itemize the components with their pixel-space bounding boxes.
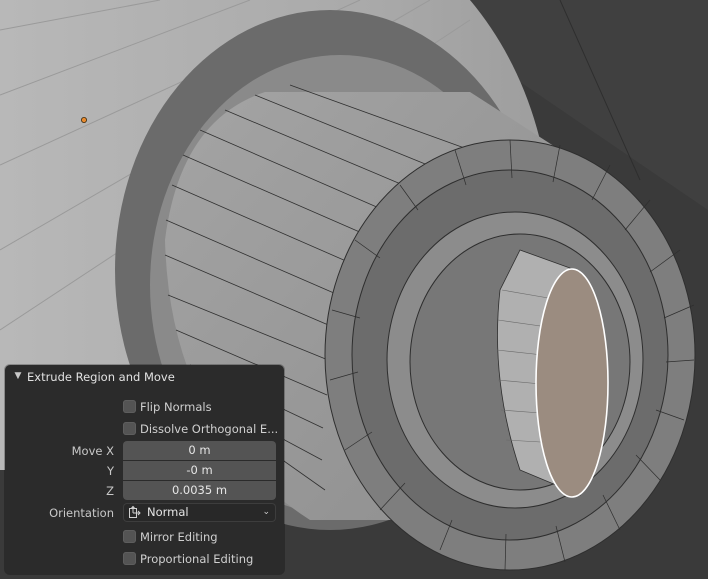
object-origin-dot <box>81 117 88 124</box>
mirror-editing-checkbox[interactable] <box>123 530 136 543</box>
operator-panel: ▼ Extrude Region and Move Flip Normals D… <box>5 365 284 574</box>
move-x-row: Move X 0 m <box>5 441 284 461</box>
mirror-editing-label: Mirror Editing <box>140 530 218 544</box>
move-y-label: Y <box>106 464 114 478</box>
orientation-label: Orientation <box>49 506 114 520</box>
orientation-dropdown[interactable]: Normal ⌄ <box>123 503 276 522</box>
move-y-field[interactable]: -0 m <box>123 461 276 480</box>
flip-normals-checkbox[interactable] <box>123 400 136 413</box>
flip-normals-label: Flip Normals <box>140 400 212 414</box>
dropdown-chevron-icon: ⌄ <box>262 507 270 517</box>
dissolve-orthogonal-label: Dissolve Orthogonal E... <box>140 422 279 436</box>
operator-title: Extrude Region and Move <box>27 370 175 384</box>
move-z-field[interactable]: 0.0035 m <box>123 481 276 500</box>
move-x-label: Move X <box>71 444 114 458</box>
dissolve-orthogonal-row[interactable]: Dissolve Orthogonal E... <box>5 419 284 439</box>
chevron-down-icon[interactable]: ▼ <box>12 370 24 382</box>
flip-normals-row[interactable]: Flip Normals <box>5 397 284 417</box>
proportional-editing-label: Proportional Editing <box>140 552 254 566</box>
move-z-row: Z 0.0035 m <box>5 481 284 501</box>
proportional-editing-checkbox[interactable] <box>123 552 136 565</box>
mirror-editing-row[interactable]: Mirror Editing <box>5 527 284 547</box>
move-y-row: Y -0 m <box>5 461 284 481</box>
selected-face[interactable] <box>535 268 609 498</box>
operator-panel-header[interactable]: ▼ Extrude Region and Move <box>5 365 284 389</box>
move-x-field[interactable]: 0 m <box>123 441 276 460</box>
orientation-row: Orientation Normal ⌄ <box>5 503 284 523</box>
move-z-label: Z <box>106 484 114 498</box>
orientation-normal-icon <box>128 505 142 519</box>
proportional-editing-row[interactable]: Proportional Editing <box>5 549 284 569</box>
dissolve-orthogonal-checkbox[interactable] <box>123 422 136 435</box>
orientation-value: Normal <box>147 505 189 519</box>
